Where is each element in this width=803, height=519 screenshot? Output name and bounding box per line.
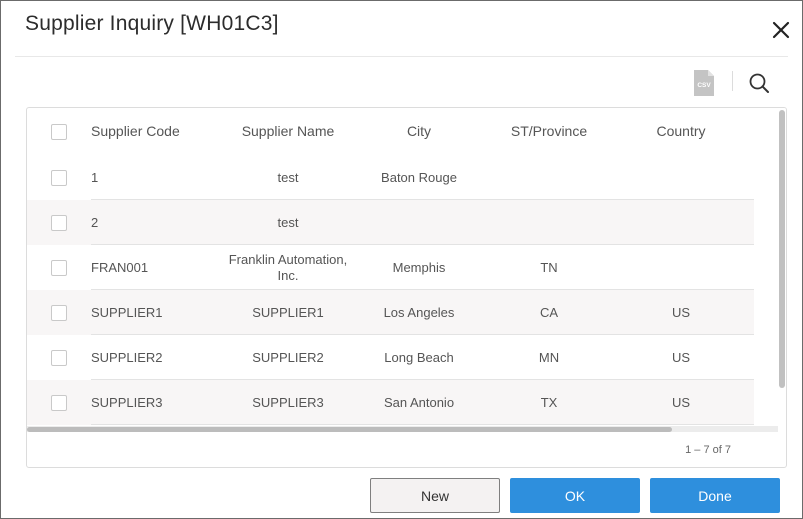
row-checkbox[interactable] (51, 350, 67, 366)
cell-st-province: MN (538, 349, 560, 365)
csv-export-icon[interactable]: CSV (694, 70, 714, 96)
row-divider (91, 424, 754, 425)
close-icon[interactable] (770, 19, 792, 41)
cell-supplier-name: SUPPLIER2 (252, 349, 324, 365)
pagination-info: 1 – 7 of 7 (685, 444, 731, 456)
cell-country (617, 245, 745, 290)
column-header-st-province[interactable]: ST/Province (489, 108, 609, 154)
cell-supplier-code: 1 (91, 169, 99, 185)
csv-icon-label: CSV (697, 82, 711, 89)
cell-supplier-name: Franklin Automation, Inc. (228, 251, 348, 283)
cell-supplier-code: SUPPLIER2 (91, 349, 163, 365)
cell-city: Baton Rouge (381, 169, 457, 185)
cell-city: Memphis (392, 259, 446, 275)
grid-header: Supplier Code Supplier Name City ST/Prov… (27, 108, 754, 154)
table-row[interactable]: SUPPLIER3 SUPPLIER3 San Antonio TX US (27, 380, 754, 425)
row-checkbox[interactable] (51, 170, 67, 186)
toolbar-divider (732, 71, 733, 91)
column-header-country[interactable]: Country (617, 108, 745, 154)
cell-supplier-name: test (277, 169, 299, 185)
cell-country (617, 200, 745, 245)
cell-supplier-code: SUPPLIER1 (91, 304, 163, 320)
cell-supplier-code: SUPPLIER3 (91, 394, 163, 410)
row-checkbox[interactable] (51, 260, 67, 276)
vertical-scrollbar-thumb[interactable] (779, 110, 785, 388)
column-header-supplier-name[interactable]: Supplier Name (222, 108, 354, 154)
row-checkbox[interactable] (51, 395, 67, 411)
table-row[interactable]: 1 test Baton Rouge (27, 155, 754, 200)
cell-st-province (489, 200, 609, 245)
cell-supplier-code: FRAN001 (91, 259, 149, 275)
table-row[interactable]: SUPPLIER1 SUPPLIER1 Los Angeles CA US (27, 290, 754, 335)
done-button[interactable]: Done (650, 478, 780, 513)
search-icon[interactable] (748, 72, 770, 94)
cell-country: US (671, 304, 691, 320)
table-row[interactable]: SUPPLIER2 SUPPLIER2 Long Beach MN US (27, 335, 754, 380)
horizontal-scrollbar-thumb[interactable] (27, 427, 672, 432)
row-checkbox[interactable] (51, 215, 67, 231)
cell-st-province: CA (539, 304, 559, 320)
cell-st-province (489, 155, 609, 200)
cell-supplier-name: SUPPLIER1 (252, 304, 324, 320)
table-row[interactable]: FRAN001 Franklin Automation, Inc. Memphi… (27, 245, 754, 290)
cell-city: Long Beach (384, 349, 454, 365)
header-divider (15, 56, 788, 57)
cell-country: US (671, 394, 691, 410)
select-all-checkbox[interactable] (51, 124, 67, 140)
cell-country (617, 155, 745, 200)
cell-st-province: TX (540, 394, 558, 410)
cell-city: San Antonio (383, 394, 455, 410)
new-button[interactable]: New (370, 478, 500, 513)
column-header-city[interactable]: City (357, 108, 481, 154)
cell-city: Los Angeles (383, 304, 455, 320)
supplier-grid: Supplier Code Supplier Name City ST/Prov… (26, 107, 787, 468)
cell-supplier-name: test (277, 214, 299, 230)
row-checkbox[interactable] (51, 305, 67, 321)
table-row[interactable]: 2 test (27, 200, 754, 245)
cell-st-province: TN (540, 259, 558, 275)
cell-country: US (671, 349, 691, 365)
cell-supplier-code: 2 (91, 214, 99, 230)
supplier-inquiry-dialog: Supplier Inquiry [WH01C3] CSV Supplier C… (0, 0, 803, 519)
cell-city (357, 200, 481, 245)
cell-supplier-name: SUPPLIER3 (252, 394, 324, 410)
column-header-supplier-code[interactable]: Supplier Code (91, 108, 221, 154)
dialog-title: Supplier Inquiry [WH01C3] (25, 12, 279, 35)
ok-button[interactable]: OK (510, 478, 640, 513)
